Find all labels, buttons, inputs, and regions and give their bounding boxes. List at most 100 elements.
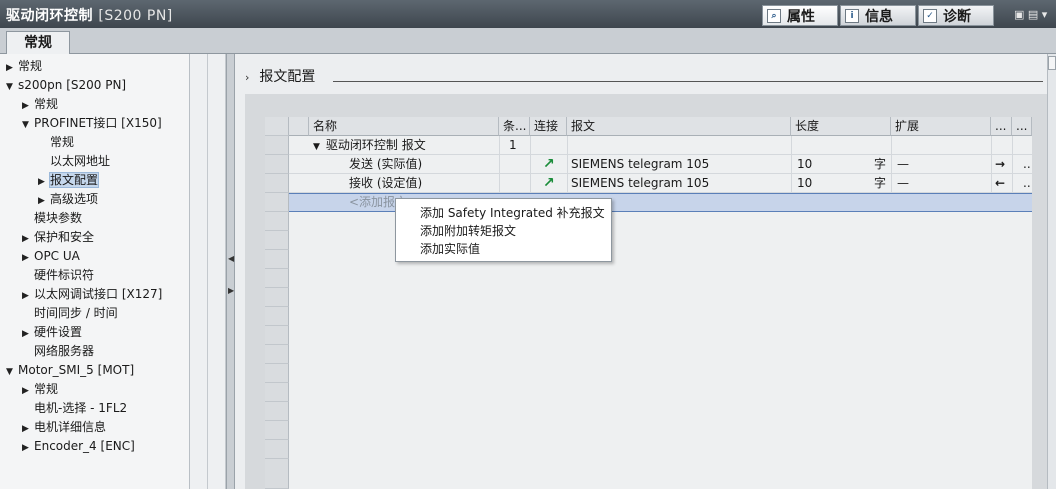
nav-gutter	[208, 54, 226, 489]
table-row[interactable]: ▼ 驱动闭环控制 报文	[309, 136, 499, 155]
tab-diagnostics-label: 诊断	[943, 8, 971, 25]
row-count: 1	[509, 138, 517, 152]
row-length-unit: 字	[874, 157, 887, 171]
nav-tree: ▶ 常规 ▼ s200pn [S200 PN] ▶ 常规 ▼ PROFINET接口 [X…	[0, 54, 190, 489]
row-header[interactable]	[265, 136, 289, 155]
nav-item-ethernet-address[interactable]: 以太网地址	[50, 152, 110, 171]
row-name[interactable]: 发送 (实际值)	[345, 155, 499, 174]
row-extension[interactable]: —	[893, 174, 933, 193]
nav-item-time-sync[interactable]: 时间同步 / 时间	[34, 304, 118, 323]
nav-item-motor-select[interactable]: 电机-选择 - 1FL2	[34, 399, 127, 418]
column-header-name[interactable]: 名称	[309, 117, 499, 136]
window-controls[interactable]: ▣ ▤ ▾	[1014, 8, 1047, 21]
row-header[interactable]	[265, 174, 289, 193]
nav-item-profinet-general[interactable]: 常规	[50, 133, 74, 152]
info-icon: i	[845, 8, 859, 23]
context-menu: 添加 Safety Integrated 补充报文 添加附加转矩报文 添加实际值	[395, 198, 612, 262]
nav-item-motor-details[interactable]: ▶ 电机详细信息	[22, 418, 106, 437]
expand-right-icon[interactable]: ▶	[228, 286, 234, 295]
row-more[interactable]: ..	[1019, 155, 1032, 174]
nav-item-protection[interactable]: ▶ 保护和安全	[22, 228, 94, 247]
collapse-icon[interactable]: ▼	[313, 142, 320, 152]
column-header-more-2[interactable]: ...	[1012, 117, 1032, 136]
row-header	[265, 440, 289, 459]
expand-icon[interactable]: ▶	[22, 439, 34, 458]
tab-info-label: 信息	[865, 8, 893, 25]
nav-gutter	[190, 54, 208, 489]
column-header-extension[interactable]: 扩展	[891, 117, 991, 136]
section-header[interactable]: › 报文配置	[245, 66, 315, 86]
row-header	[265, 459, 289, 489]
window-title: 驱动闭环控制 [S200 PN]	[6, 5, 173, 25]
nav-item-advanced-options[interactable]: ▶ 高级选项	[38, 190, 98, 209]
row-header	[265, 269, 289, 288]
column-header-blank	[289, 117, 309, 136]
tab-properties-label: 属性	[787, 8, 815, 25]
nav-item-motor[interactable]: ▼ Motor_SMI_5 [MOT]	[6, 361, 134, 380]
section-title: 报文配置	[259, 69, 316, 85]
row-header	[265, 383, 289, 402]
row-header	[265, 307, 289, 326]
nav-item-s200pn[interactable]: ▼ s200pn [S200 PN]	[6, 76, 126, 95]
expand-icon[interactable]: ▶	[22, 287, 34, 306]
title-bar: 驱动闭环控制 [S200 PN] ⌕ 属性 i 信息 ✓ 诊断 ▣ ▤ ▾	[0, 0, 1056, 28]
row-header	[265, 421, 289, 440]
collapse-icon[interactable]: ▼	[22, 116, 34, 135]
tab-info[interactable]: i 信息	[840, 5, 916, 26]
row-header	[265, 326, 289, 345]
nav-item-hardware-id[interactable]: 硬件标识符	[34, 266, 94, 285]
tab-strip: 常规	[0, 28, 1056, 55]
row-telegram[interactable]: SIEMENS telegram 105	[567, 174, 791, 193]
chevron-right-icon[interactable]: ›	[245, 71, 249, 84]
nav-item-motor-general[interactable]: ▶ 常规	[22, 380, 58, 399]
column-header-connection[interactable]: 连接	[530, 117, 567, 136]
nav-item-encoder[interactable]: ▶ Encoder_4 [ENC]	[22, 437, 135, 456]
connection-icon[interactable]: ↗	[539, 155, 567, 174]
nav-item-telegram-config[interactable]: ▶ 报文配置	[38, 171, 100, 190]
collapse-icon[interactable]: ▼	[6, 363, 18, 382]
telegram-table: 名称 条... 连接 报文 长度 扩展 ... ... ▼ 驱动闭环控制 报文 1…	[265, 117, 1032, 489]
expand-icon[interactable]: ▶	[22, 249, 34, 268]
column-header-count[interactable]: 条...	[499, 117, 530, 136]
row-name[interactable]: 接收 (设定值)	[345, 174, 499, 193]
row-length-unit: 字	[874, 176, 887, 190]
panel-splitter[interactable]: ◀ ▶	[226, 54, 235, 489]
nav-item-module-params[interactable]: 模块参数	[34, 209, 82, 228]
column-header-telegram[interactable]: 报文	[567, 117, 791, 136]
row-header	[265, 250, 289, 269]
collapse-icon[interactable]: ▼	[6, 78, 18, 97]
arrow-left-icon: ←	[995, 176, 1006, 190]
nav-item-opc-ua[interactable]: ▶ OPC UA	[22, 247, 80, 266]
row-telegram[interactable]: SIEMENS telegram 105	[567, 155, 791, 174]
tab-general[interactable]: 常规	[6, 31, 70, 55]
column-header-length[interactable]: 长度	[791, 117, 891, 136]
window-title-main: 驱动闭环控制	[6, 8, 93, 24]
row-header[interactable]	[265, 193, 289, 212]
collapse-left-icon[interactable]: ◀	[228, 254, 234, 263]
nav-item-profinet[interactable]: ▼ PROFINET接口 [X150]	[22, 114, 162, 133]
expand-icon[interactable]: ▶	[22, 325, 34, 344]
row-extension[interactable]: —	[893, 155, 933, 174]
row-header	[265, 231, 289, 250]
nav-item-general[interactable]: ▶ 常规	[6, 57, 42, 76]
menu-item-add-safety-telegram[interactable]: 添加 Safety Integrated 补充报文	[420, 204, 605, 222]
row-length[interactable]: 10	[793, 155, 833, 174]
tab-properties[interactable]: ⌕ 属性	[762, 5, 838, 26]
nav-item-ethernet-debug[interactable]: ▶ 以太网调试接口 [X127]	[22, 285, 162, 304]
column-header-more-1[interactable]: ...	[991, 117, 1012, 136]
row-header	[265, 364, 289, 383]
nav-item-web-server[interactable]: 网络服务器	[34, 342, 94, 361]
connection-icon[interactable]: ↗	[539, 174, 567, 193]
tab-diagnostics[interactable]: ✓ 诊断	[918, 5, 994, 26]
row-more[interactable]: ..	[1019, 174, 1032, 193]
row-header-corner	[265, 117, 289, 136]
scroll-up-button[interactable]	[1048, 56, 1056, 70]
nav-item-s200pn-general[interactable]: ▶ 常规	[22, 95, 58, 114]
menu-item-add-torque-telegram[interactable]: 添加附加转矩报文	[420, 222, 516, 240]
expand-icon[interactable]: ▶	[22, 382, 34, 401]
row-length[interactable]: 10	[793, 174, 833, 193]
menu-item-add-actual-value[interactable]: 添加实际值	[420, 240, 480, 258]
nav-item-hardware-settings[interactable]: ▶ 硬件设置	[22, 323, 82, 342]
row-header[interactable]	[265, 155, 289, 174]
vertical-scrollbar[interactable]	[1047, 54, 1056, 489]
